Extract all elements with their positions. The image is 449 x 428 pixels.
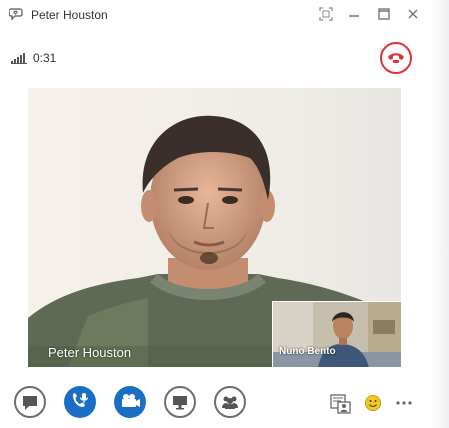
contact-card-icon[interactable] — [330, 393, 351, 414]
call-duration: 0:31 — [33, 51, 57, 65]
emoticon-icon[interactable] — [364, 393, 384, 413]
audio-button[interactable] — [64, 386, 96, 418]
self-view-name: Nuno Bento — [279, 346, 336, 357]
signal-strength-icon — [11, 51, 27, 64]
participants-button[interactable] — [214, 386, 246, 418]
maximize-icon[interactable] — [376, 6, 392, 22]
more-options-icon[interactable] — [394, 393, 414, 413]
fullscreen-icon[interactable] — [318, 6, 334, 22]
video-call-window: Peter Houston 0:31 Peter Houston Nuno Be… — [0, 0, 449, 428]
main-participant-name: Peter Houston — [48, 345, 132, 360]
hang-up-button[interactable] — [380, 42, 412, 74]
video-button[interactable] — [114, 386, 146, 418]
present-button[interactable] — [164, 386, 196, 418]
chat-icon — [23, 396, 37, 410]
title-bar: Peter Houston — [0, 0, 431, 30]
window-edge — [431, 0, 449, 428]
phone-mic-icon — [73, 393, 89, 407]
main-video-feed[interactable]: Peter Houston Nuno Bento — [28, 88, 401, 367]
hang-up-icon — [388, 53, 404, 63]
self-view-image — [273, 302, 401, 367]
minimize-icon[interactable] — [346, 6, 362, 22]
participants-icon — [222, 396, 238, 409]
self-view-video[interactable]: Nuno Bento — [272, 301, 401, 367]
im-button[interactable] — [14, 386, 46, 418]
close-icon[interactable] — [405, 6, 421, 22]
window-title: Peter Houston — [31, 8, 108, 22]
lync-chat-icon — [8, 6, 25, 22]
presentation-monitor-icon — [173, 396, 187, 410]
video-camera-icon — [122, 394, 140, 407]
